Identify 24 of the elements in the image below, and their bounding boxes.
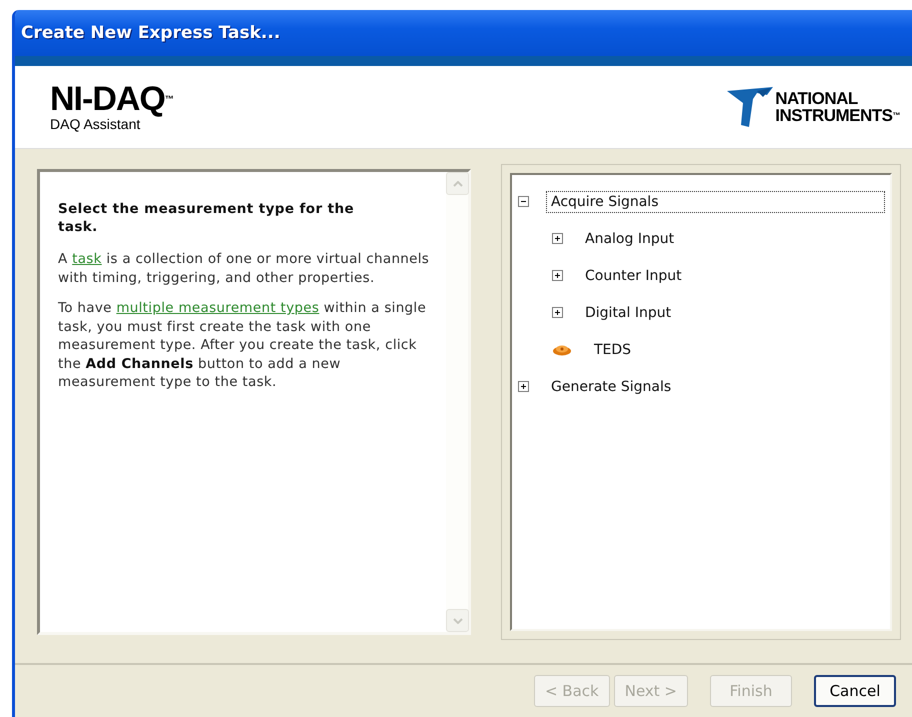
tree-item[interactable]: Analog Input — [581, 228, 678, 248]
tree-item[interactable]: TEDS — [590, 340, 636, 360]
tree-item[interactable]: Generate Signals — [547, 376, 676, 396]
component-icon — [552, 344, 572, 356]
expand-icon[interactable] — [552, 307, 563, 318]
collapse-icon[interactable] — [518, 196, 529, 207]
expand-icon[interactable] — [552, 233, 563, 244]
help-paragraph: To have multiple measurement types within a single task, you must first create the task with one measurement type. After you create the task, click the Add Channels button to add a new measurement type to the task. — [58, 299, 428, 392]
product-logo: NI-DAQ$^{™}$ — [50, 82, 173, 116]
help-link[interactable]: task — [72, 251, 102, 267]
tree-item[interactable]: Digital Input — [581, 302, 676, 322]
expand-icon[interactable] — [518, 381, 529, 392]
tree-item[interactable]: Acquire Signals — [547, 192, 884, 212]
window-title: Create New Express Task... — [21, 23, 280, 43]
help-heading: Select the measurement type for the task. — [58, 200, 356, 236]
help-link[interactable]: multiple measurement types — [116, 300, 320, 316]
product-subtitle: DAQ Assistant — [50, 116, 140, 132]
help-paragraph: A task is a collection of one or more virtual channels with timing, triggering, and other properties. — [58, 250, 430, 287]
expand-icon[interactable] — [552, 270, 563, 281]
brand-text: NATIONAL — [775, 90, 859, 107]
dialog-button[interactable]: Cancel — [814, 675, 896, 707]
tree-item[interactable]: Counter Input — [581, 266, 686, 286]
eagle-logo-icon — [727, 85, 774, 129]
brand-text: INSTRUMENTS$^{™}$ — [775, 107, 900, 124]
